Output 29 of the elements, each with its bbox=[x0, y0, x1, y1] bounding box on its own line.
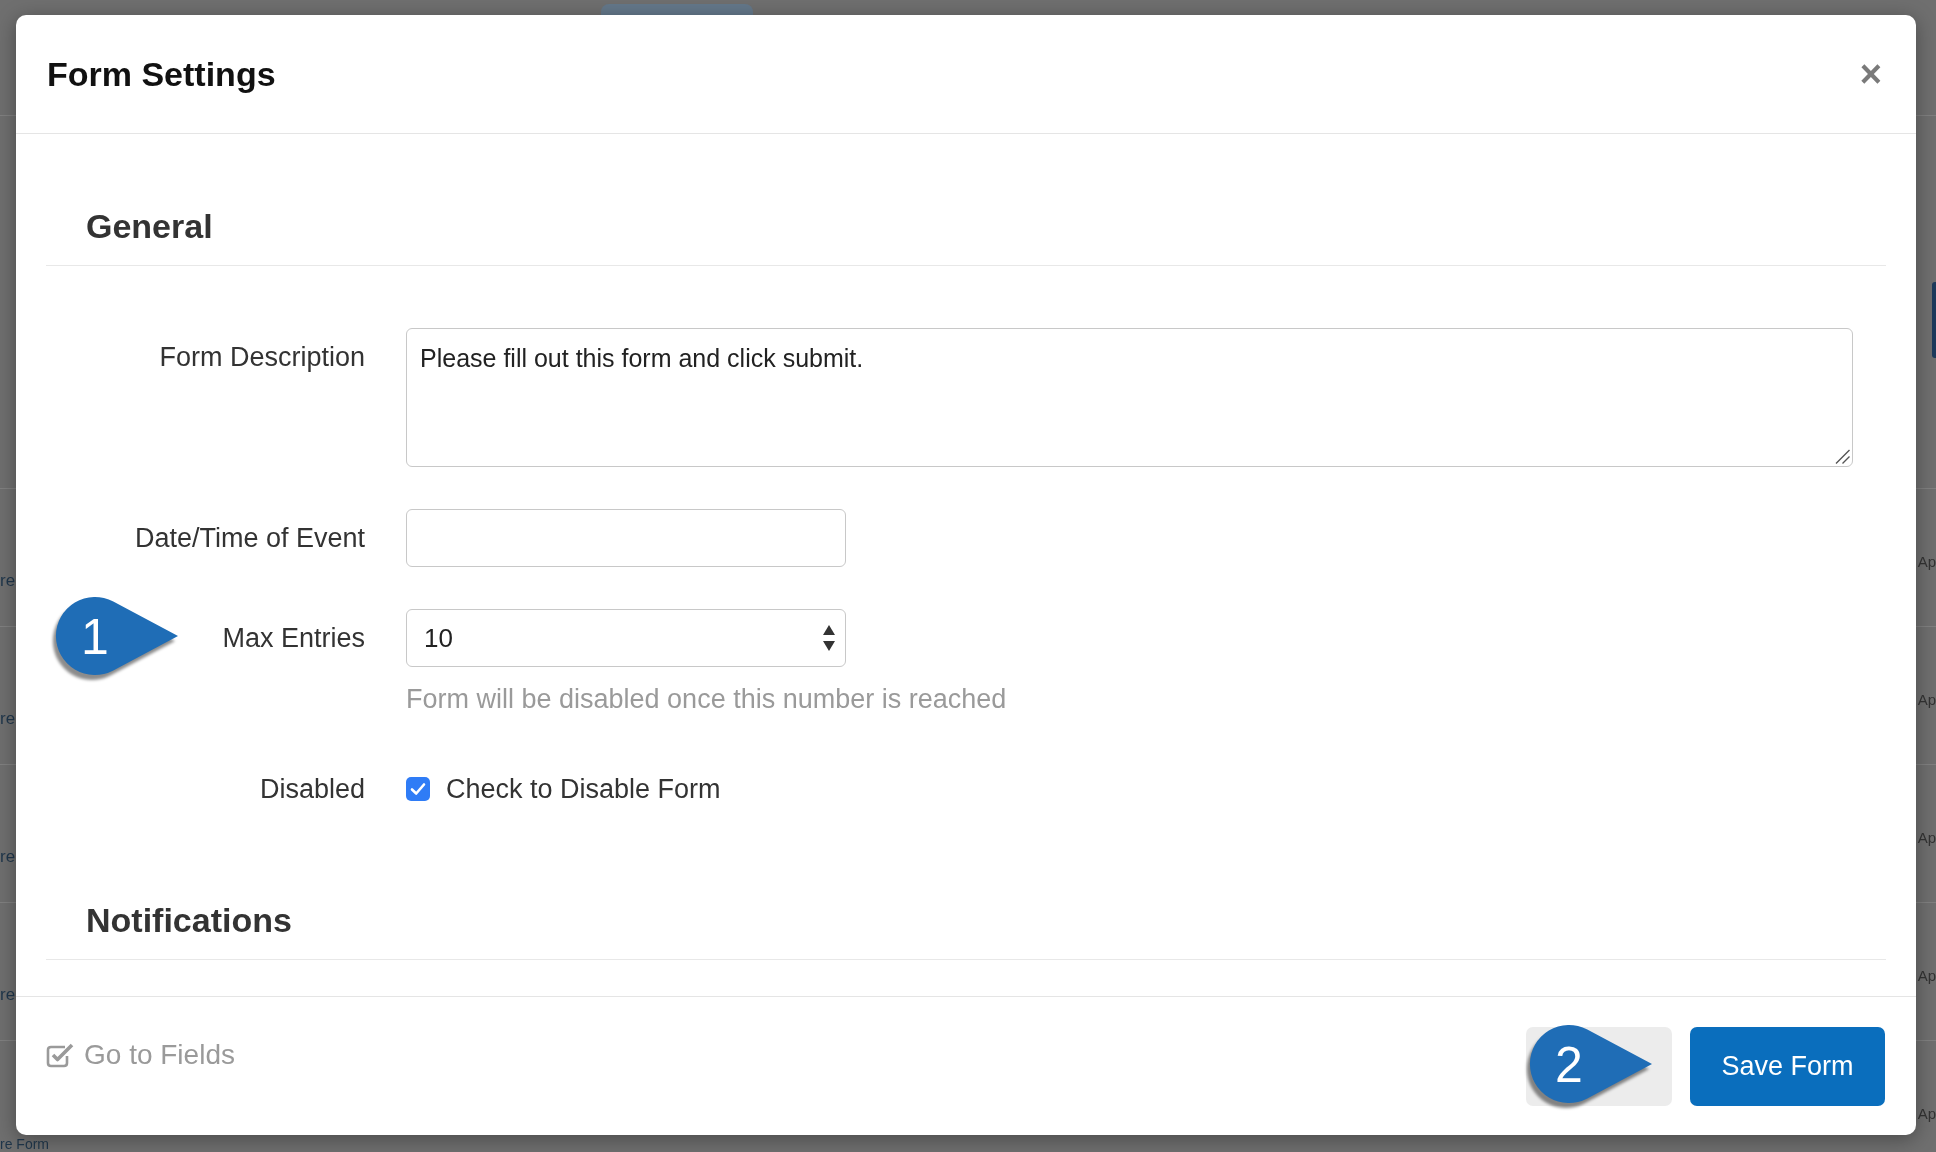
text-input-field[interactable] bbox=[406, 509, 846, 567]
checkbox[interactable] bbox=[406, 777, 430, 801]
section-heading: General bbox=[86, 206, 213, 246]
select-field[interactable]: 10 bbox=[406, 609, 846, 667]
field-label: Disabled bbox=[259, 773, 365, 805]
up-down-arrows-icon bbox=[823, 625, 835, 651]
field-label: Form Description bbox=[159, 341, 365, 373]
table-cell-text: Ap bbox=[1917, 966, 1936, 986]
table-cell-text: Ap bbox=[1917, 690, 1936, 710]
section-heading: Notifications bbox=[86, 900, 292, 940]
table-cell-text: Ap bbox=[1917, 552, 1936, 572]
save-button[interactable]: Save Form bbox=[1690, 1026, 1885, 1106]
field-label: Max Entries bbox=[222, 622, 365, 654]
textarea-field[interactable]: Please fill out this form and click submit. bbox=[406, 328, 1853, 467]
resize-handle-icon[interactable] bbox=[1835, 449, 1850, 464]
table-cell-text: re bbox=[0, 570, 16, 592]
table-cell-text: Ap bbox=[1917, 828, 1936, 848]
checkbox-label: Check to Disable Form bbox=[446, 773, 721, 805]
close-button[interactable]: × bbox=[1858, 54, 1883, 94]
table-cell-text: re bbox=[0, 708, 16, 730]
go-to-fields-link[interactable]: Go to Fields bbox=[46, 1038, 235, 1072]
table-cell: re Form bbox=[0, 1136, 49, 1152]
help-text: Form will be disabled once this number is reached bbox=[406, 683, 1007, 715]
field-label: Date/Time of Event bbox=[134, 522, 365, 554]
table-cell-text: re bbox=[0, 846, 16, 868]
table-cell-text: re bbox=[0, 984, 16, 1006]
checked-box-icon bbox=[46, 1042, 74, 1068]
table-cell-text: Ap bbox=[1917, 1104, 1936, 1124]
dialog-title: Form Settings bbox=[47, 54, 276, 94]
